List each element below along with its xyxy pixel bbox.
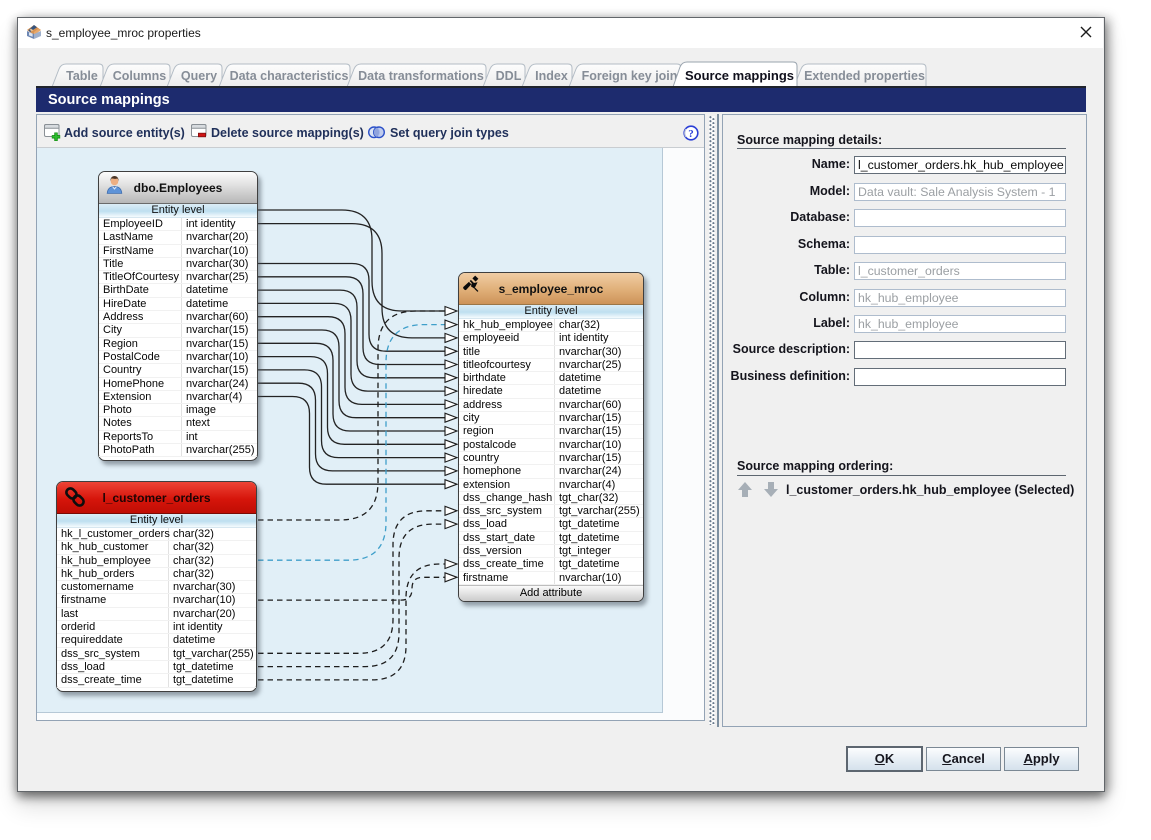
svg-text:DDL: DDL [496, 69, 522, 83]
svg-text:?: ? [688, 128, 694, 140]
svg-text:Extended properties: Extended properties [804, 69, 925, 83]
svg-text:Foreign key join: Foreign key join [582, 69, 678, 83]
svg-text:Data transformations: Data transformations [358, 69, 484, 83]
svg-text:Data characteristics: Data characteristics [230, 69, 349, 83]
svg-text:Query: Query [181, 69, 217, 83]
svg-text:Table: Table [66, 69, 98, 83]
svg-text:Index: Index [535, 69, 568, 83]
svg-text:Columns: Columns [113, 69, 167, 83]
svg-text:Source mappings: Source mappings [685, 68, 794, 83]
